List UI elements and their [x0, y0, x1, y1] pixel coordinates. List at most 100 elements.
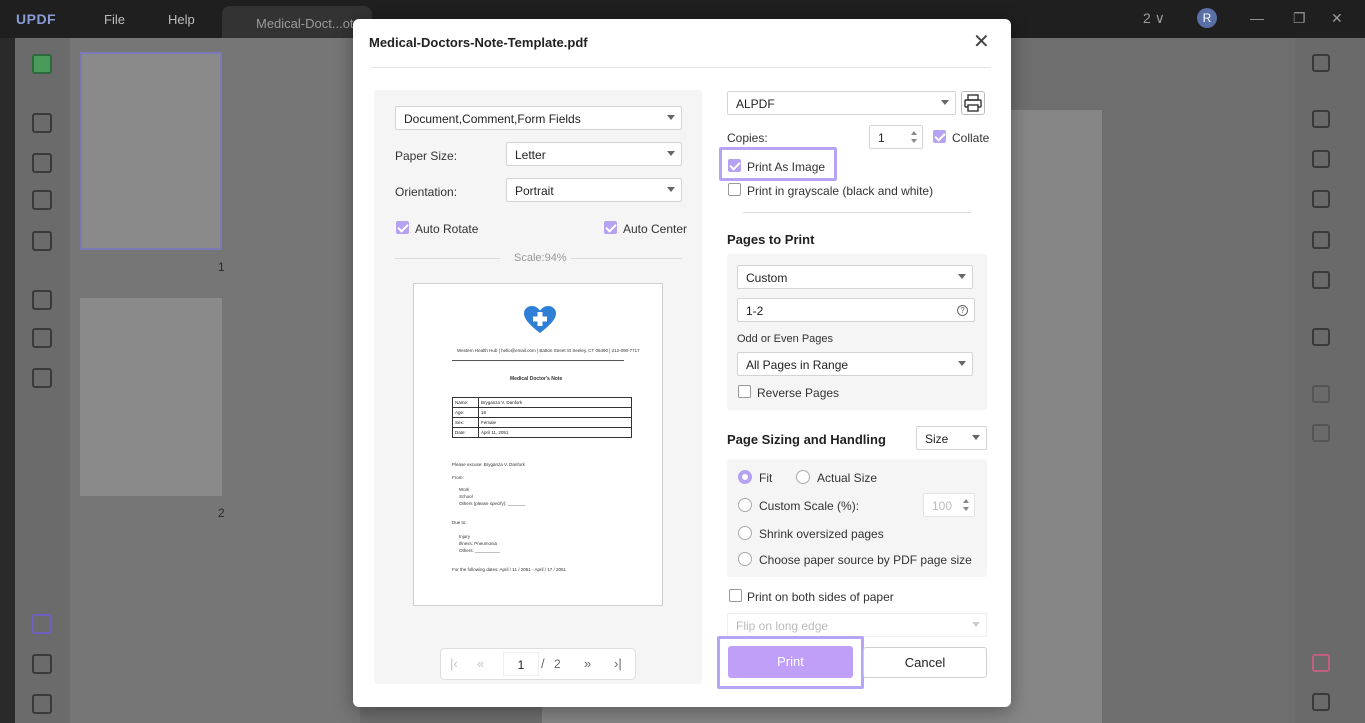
ai-assistant-icon[interactable] [1312, 654, 1330, 672]
paper-size-value: Letter [515, 148, 546, 162]
auto-rotate-label: Auto Rotate [415, 222, 479, 236]
avatar[interactable]: R [1197, 8, 1217, 28]
actual-size-label: Actual Size [817, 471, 878, 485]
heart-cross-icon [524, 306, 556, 333]
close-icon[interactable]: ✕ [973, 29, 990, 54]
divider [743, 212, 971, 213]
paper-source-radio[interactable] [738, 552, 752, 566]
first-page-icon[interactable]: |‹ [450, 656, 458, 671]
chevron-down-icon [667, 151, 675, 156]
odd-even-select[interactable]: All Pages in Range [737, 352, 973, 376]
copies-label: Copies: [727, 131, 768, 145]
share-icon[interactable] [1312, 231, 1330, 249]
document-tab[interactable]: Medical-Doct...ote [222, 6, 372, 38]
save-icon[interactable] [1312, 328, 1330, 346]
copies-stepper[interactable]: 1 [869, 125, 923, 149]
next-page-icon[interactable]: » [584, 656, 591, 671]
auto-rotate-checkbox[interactable] [396, 221, 409, 234]
custom-scale-radio[interactable] [738, 498, 752, 512]
page-sizing-title: Page Sizing and Handling [727, 432, 886, 447]
left-rail [0, 38, 15, 723]
collate-checkbox[interactable] [933, 130, 946, 143]
preview-info-table: Name: Bryganza V. Danfork Age: 18 Sex: Fema… [452, 397, 632, 438]
paper-source-label: Choose paper source by PDF page size [759, 553, 972, 567]
protect-pdf-icon[interactable] [1312, 190, 1330, 208]
prev-page-icon[interactable]: « [477, 656, 484, 671]
ocr-icon[interactable] [1312, 110, 1330, 128]
pages-mode-select[interactable]: Custom [737, 265, 973, 289]
pages-to-print-title: Pages to Print [727, 232, 815, 247]
reverse-pages-label: Reverse Pages [757, 386, 840, 400]
paper-size-select[interactable]: Letter [506, 142, 682, 166]
shrink-label: Shrink oversized pages [759, 527, 884, 541]
page-count-dropdown[interactable]: 2 ∨ [1143, 10, 1165, 27]
chevron-down-icon [972, 435, 980, 440]
fit-radio[interactable] [738, 470, 752, 484]
crop-icon[interactable] [32, 328, 52, 348]
custom-scale-stepper[interactable]: 100 [923, 493, 975, 517]
page-thumbnail-2[interactable] [80, 298, 222, 496]
email-icon[interactable] [1312, 271, 1330, 289]
chat-icon[interactable] [1312, 693, 1330, 711]
minimize-icon[interactable]: — [1250, 10, 1264, 26]
menu-file[interactable]: File [104, 12, 125, 27]
duplex-label: Print on both sides of paper [747, 590, 894, 604]
printer-properties-button[interactable] [961, 91, 985, 115]
redo-icon[interactable] [1312, 424, 1330, 442]
grayscale-checkbox[interactable] [728, 183, 741, 196]
actual-size-radio[interactable] [796, 470, 810, 484]
stepper-down-icon[interactable] [911, 139, 917, 143]
reader-icon[interactable] [32, 54, 52, 74]
print-button[interactable]: Print [728, 646, 853, 678]
print-as-image-checkbox[interactable] [728, 159, 741, 172]
organize-icon[interactable] [32, 190, 52, 210]
convert-icon[interactable] [32, 290, 52, 310]
comment-icon[interactable] [32, 113, 52, 133]
undo-icon[interactable] [1312, 385, 1330, 403]
thumbnail-label-1: 1 [218, 260, 225, 274]
last-page-icon[interactable]: ›| [614, 656, 622, 671]
protect-icon[interactable] [32, 368, 52, 388]
list-item: Work [459, 487, 470, 492]
table-row: Age: 18 [452, 407, 632, 418]
stepper-up-icon[interactable] [911, 131, 917, 135]
form-icon[interactable] [32, 231, 52, 251]
bookmark-icon[interactable] [32, 654, 52, 674]
sizing-mode-select[interactable]: Size [916, 426, 987, 450]
close-window-icon[interactable]: ✕ [1331, 10, 1343, 27]
shrink-radio[interactable] [738, 526, 752, 540]
print-as-image-label: Print As Image [747, 160, 826, 174]
page-range-input[interactable]: 1-2 ? [737, 298, 975, 322]
chevron-down-icon [958, 361, 966, 366]
stepper-up-icon[interactable] [963, 499, 969, 503]
layers-icon[interactable] [32, 614, 52, 634]
page-thumbnail-1[interactable] [80, 52, 222, 250]
divider [371, 67, 991, 68]
duplex-checkbox[interactable] [729, 589, 742, 602]
edit-icon[interactable] [32, 153, 52, 173]
reverse-pages-checkbox[interactable] [738, 385, 751, 398]
menu-help[interactable]: Help [168, 12, 195, 27]
printer-select[interactable]: ALPDF [727, 91, 956, 115]
chevron-down-icon [667, 187, 675, 192]
pages-mode-value: Custom [746, 271, 788, 285]
table-row: Name: Bryganza V. Danfork [452, 397, 632, 408]
convert-pdf-icon[interactable] [1312, 150, 1330, 168]
page-number-input[interactable]: 1 [503, 652, 539, 676]
table-row: Sex: Female [452, 417, 632, 428]
flip-select[interactable]: Flip on long edge [727, 613, 987, 637]
help-icon[interactable]: ? [957, 305, 968, 316]
cancel-button[interactable]: Cancel [863, 647, 987, 678]
divider [452, 360, 624, 361]
list-item: Others (please specify): _______ [459, 501, 526, 506]
table-cell: April 11, 2051 [478, 427, 632, 438]
search-icon[interactable] [1312, 54, 1330, 72]
auto-center-label: Auto Center [623, 222, 688, 236]
orientation-select[interactable]: Portrait [506, 178, 682, 202]
maximize-icon[interactable]: ❐ [1293, 10, 1306, 27]
attachment-icon[interactable] [32, 694, 52, 714]
stepper-down-icon[interactable] [963, 507, 969, 511]
content-select[interactable]: Document,Comment,Form Fields [395, 106, 682, 130]
scale-label: Scale:94% [514, 252, 567, 264]
auto-center-checkbox[interactable] [604, 221, 617, 234]
